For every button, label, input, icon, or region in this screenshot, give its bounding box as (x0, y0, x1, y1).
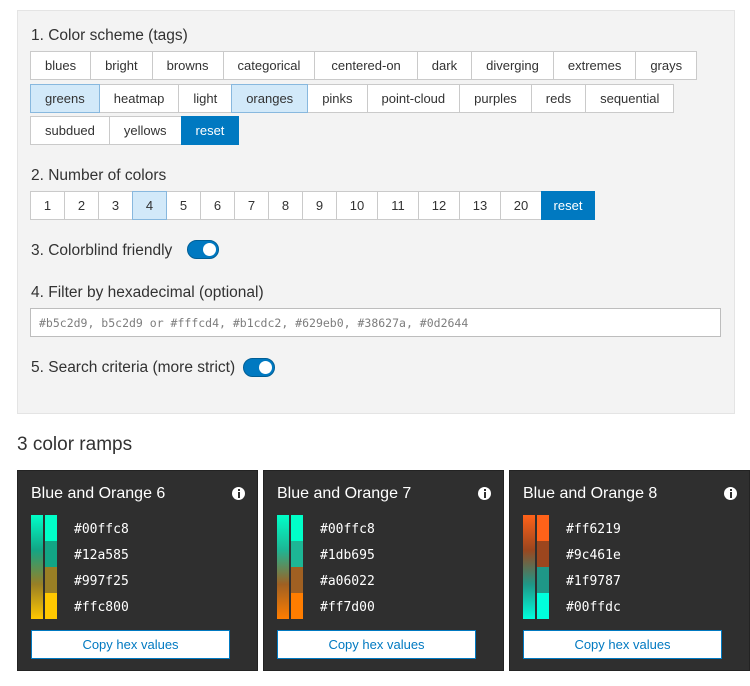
hex-value: #a06022 (320, 574, 375, 589)
tag-button-blues[interactable]: blues (30, 51, 92, 80)
hex-filter-label: 4. Filter by hexadecimal (optional) (31, 284, 264, 301)
colorblind-label: 3. Colorblind friendly (31, 242, 173, 259)
count-button-11[interactable]: 11 (377, 191, 419, 220)
count-button-3[interactable]: 3 (98, 191, 133, 220)
tag-button-bright[interactable]: bright (90, 51, 153, 80)
copy-hex-button[interactable]: Copy hex values (523, 630, 722, 659)
hex-value: #00ffdc (566, 600, 621, 615)
hex-filter-input[interactable] (30, 308, 721, 337)
ramp-gradient (277, 515, 289, 619)
tag-button-oranges[interactable]: oranges (231, 84, 309, 113)
color-swatch (537, 593, 549, 619)
count-button-7[interactable]: 7 (234, 191, 269, 220)
tag-button-reds[interactable]: reds (530, 84, 587, 113)
tag-button-diverging[interactable]: diverging (471, 51, 554, 80)
count-row: 1 2 3 4 5 6 7 8 9 10 11 12 13 20 reset (30, 191, 595, 220)
tag-button-dark[interactable]: dark (416, 51, 473, 80)
ramp-name: Blue and Orange 6 (31, 485, 166, 502)
count-button-5[interactable]: 5 (166, 191, 201, 220)
count-button-8[interactable]: 8 (268, 191, 303, 220)
tag-button-centered-on[interactable]: centered-on (314, 51, 418, 80)
hex-value: #9c461e (566, 548, 621, 563)
color-swatch (537, 567, 549, 593)
color-swatch (291, 593, 303, 619)
ramp-swatches (45, 515, 57, 619)
count-button-20[interactable]: 20 (500, 191, 542, 220)
color-swatch (45, 593, 57, 619)
results-title: 3 color ramps (17, 434, 133, 455)
ramp-name: Blue and Orange 8 (523, 485, 658, 502)
tag-reset-button[interactable]: reset (180, 116, 240, 145)
tag-row-1: blues bright browns categorical centered… (30, 51, 698, 80)
hex-value: #12a585 (74, 548, 129, 563)
info-icon[interactable] (724, 487, 737, 500)
color-scheme-title: 1. Color scheme (tags) (31, 27, 188, 44)
tag-button-extremes[interactable]: extremes (552, 51, 637, 80)
count-button-10[interactable]: 10 (336, 191, 378, 220)
hex-value: #1f9787 (566, 574, 621, 589)
hex-value: #1db695 (320, 548, 375, 563)
count-button-13[interactable]: 13 (459, 191, 501, 220)
color-swatch (537, 515, 549, 541)
tag-button-subdued[interactable]: subdued (30, 116, 110, 145)
color-swatch (291, 541, 303, 567)
tag-button-greens[interactable]: greens (30, 84, 100, 113)
tag-button-yellows[interactable]: yellows (108, 116, 182, 145)
toggle-knob (259, 361, 272, 374)
ramp-card-2: Blue and Orange 7 #00ffc8 #1db695 #a0602… (263, 470, 504, 671)
hex-value: #ff7d00 (320, 600, 375, 615)
tag-button-browns[interactable]: browns (151, 51, 224, 80)
number-of-colors-title: 2. Number of colors (31, 167, 167, 184)
tag-button-categorical[interactable]: categorical (222, 51, 316, 80)
count-button-1[interactable]: 1 (30, 191, 65, 220)
ramp-name: Blue and Orange 7 (277, 485, 412, 502)
search-criteria-label: 5. Search criteria (more strict) (31, 359, 236, 376)
count-button-4[interactable]: 4 (132, 191, 167, 220)
tag-button-purples[interactable]: purples (459, 84, 532, 113)
copy-hex-button[interactable]: Copy hex values (277, 630, 476, 659)
color-swatch (537, 541, 549, 567)
ramp-swatches (537, 515, 549, 619)
ramp-card-1: Blue and Orange 6 #00ffc8 #12a585 #997f2… (17, 470, 258, 671)
hex-list: #ff6219 #9c461e #1f9787 #00ffdc (566, 522, 621, 626)
strict-search-toggle[interactable] (243, 358, 275, 377)
hex-value: #ffc800 (74, 600, 129, 615)
toggle-knob (203, 243, 216, 256)
hex-list: #00ffc8 #12a585 #997f25 #ffc800 (74, 522, 129, 626)
hex-value: #997f25 (74, 574, 129, 589)
info-icon[interactable] (232, 487, 245, 500)
tag-button-sequential[interactable]: sequential (585, 84, 675, 113)
count-reset-button[interactable]: reset (541, 191, 595, 220)
tag-button-pinks[interactable]: pinks (307, 84, 368, 113)
hex-value: #00ffc8 (320, 522, 375, 537)
ramp-card-3: Blue and Orange 8 #ff6219 #9c461e #1f978… (509, 470, 750, 671)
colorblind-toggle[interactable] (187, 240, 219, 259)
count-button-2[interactable]: 2 (64, 191, 99, 220)
ramp-swatches (291, 515, 303, 619)
color-swatch (291, 515, 303, 541)
copy-hex-button[interactable]: Copy hex values (31, 630, 230, 659)
hex-value: #ff6219 (566, 522, 621, 537)
color-swatch (45, 567, 57, 593)
info-icon[interactable] (478, 487, 491, 500)
ramp-gradient (523, 515, 535, 619)
tag-button-heatmap[interactable]: heatmap (98, 84, 180, 113)
tag-row-2: greens heatmap light oranges pinks point… (30, 84, 675, 113)
tag-button-light[interactable]: light (178, 84, 233, 113)
ramp-gradient (31, 515, 43, 619)
count-button-12[interactable]: 12 (418, 191, 460, 220)
color-swatch (291, 567, 303, 593)
hex-list: #00ffc8 #1db695 #a06022 #ff7d00 (320, 522, 375, 626)
count-button-9[interactable]: 9 (302, 191, 337, 220)
count-button-6[interactable]: 6 (200, 191, 235, 220)
color-swatch (45, 515, 57, 541)
tag-row-3: subdued yellows reset (30, 116, 240, 145)
tag-button-grays[interactable]: grays (635, 51, 698, 80)
color-swatch (45, 541, 57, 567)
tag-button-point-cloud[interactable]: point-cloud (366, 84, 461, 113)
hex-value: #00ffc8 (74, 522, 129, 537)
